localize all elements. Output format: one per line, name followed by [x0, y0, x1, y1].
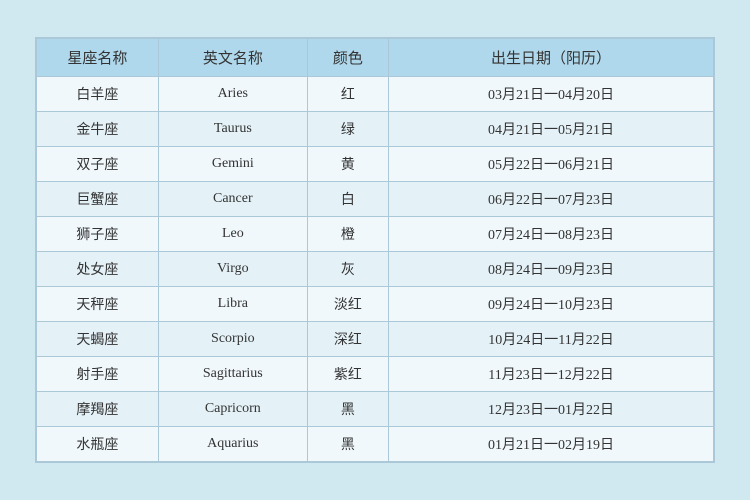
- cell-english: Leo: [158, 217, 307, 252]
- cell-date: 09月24日一10月23日: [389, 287, 714, 322]
- cell-color: 黑: [307, 392, 388, 427]
- table-row: 狮子座Leo橙07月24日一08月23日: [37, 217, 714, 252]
- header-chinese: 星座名称: [37, 39, 159, 77]
- cell-chinese: 白羊座: [37, 77, 159, 112]
- cell-date: 10月24日一11月22日: [389, 322, 714, 357]
- cell-chinese: 处女座: [37, 252, 159, 287]
- table-row: 天蝎座Scorpio深红10月24日一11月22日: [37, 322, 714, 357]
- cell-date: 03月21日一04月20日: [389, 77, 714, 112]
- table-row: 摩羯座Capricorn黑12月23日一01月22日: [37, 392, 714, 427]
- cell-english: Virgo: [158, 252, 307, 287]
- cell-chinese: 双子座: [37, 147, 159, 182]
- cell-english: Taurus: [158, 112, 307, 147]
- cell-color: 绿: [307, 112, 388, 147]
- cell-chinese: 金牛座: [37, 112, 159, 147]
- zodiac-table: 星座名称 英文名称 颜色 出生日期（阳历） 白羊座Aries红03月21日一04…: [36, 38, 714, 462]
- cell-date: 07月24日一08月23日: [389, 217, 714, 252]
- cell-english: Aquarius: [158, 427, 307, 462]
- table-row: 射手座Sagittarius紫红11月23日一12月22日: [37, 357, 714, 392]
- cell-date: 12月23日一01月22日: [389, 392, 714, 427]
- cell-english: Cancer: [158, 182, 307, 217]
- cell-color: 淡红: [307, 287, 388, 322]
- cell-english: Scorpio: [158, 322, 307, 357]
- cell-color: 灰: [307, 252, 388, 287]
- cell-chinese: 天蝎座: [37, 322, 159, 357]
- cell-date: 08月24日一09月23日: [389, 252, 714, 287]
- header-date: 出生日期（阳历）: [389, 39, 714, 77]
- cell-date: 06月22日一07月23日: [389, 182, 714, 217]
- cell-english: Sagittarius: [158, 357, 307, 392]
- table-row: 白羊座Aries红03月21日一04月20日: [37, 77, 714, 112]
- cell-chinese: 水瓶座: [37, 427, 159, 462]
- cell-date: 11月23日一12月22日: [389, 357, 714, 392]
- cell-chinese: 狮子座: [37, 217, 159, 252]
- cell-color: 黑: [307, 427, 388, 462]
- cell-english: Aries: [158, 77, 307, 112]
- cell-color: 深红: [307, 322, 388, 357]
- cell-color: 白: [307, 182, 388, 217]
- table-row: 巨蟹座Cancer白06月22日一07月23日: [37, 182, 714, 217]
- zodiac-table-container: 星座名称 英文名称 颜色 出生日期（阳历） 白羊座Aries红03月21日一04…: [35, 37, 715, 463]
- cell-color: 橙: [307, 217, 388, 252]
- cell-english: Libra: [158, 287, 307, 322]
- table-row: 天秤座Libra淡红09月24日一10月23日: [37, 287, 714, 322]
- table-row: 金牛座Taurus绿04月21日一05月21日: [37, 112, 714, 147]
- table-header-row: 星座名称 英文名称 颜色 出生日期（阳历）: [37, 39, 714, 77]
- cell-chinese: 摩羯座: [37, 392, 159, 427]
- cell-chinese: 巨蟹座: [37, 182, 159, 217]
- cell-date: 04月21日一05月21日: [389, 112, 714, 147]
- table-row: 水瓶座Aquarius黑01月21日一02月19日: [37, 427, 714, 462]
- header-color: 颜色: [307, 39, 388, 77]
- cell-color: 紫红: [307, 357, 388, 392]
- cell-date: 01月21日一02月19日: [389, 427, 714, 462]
- cell-english: Capricorn: [158, 392, 307, 427]
- cell-color: 黄: [307, 147, 388, 182]
- cell-color: 红: [307, 77, 388, 112]
- cell-chinese: 射手座: [37, 357, 159, 392]
- header-english: 英文名称: [158, 39, 307, 77]
- cell-chinese: 天秤座: [37, 287, 159, 322]
- table-row: 处女座Virgo灰08月24日一09月23日: [37, 252, 714, 287]
- cell-english: Gemini: [158, 147, 307, 182]
- cell-date: 05月22日一06月21日: [389, 147, 714, 182]
- table-row: 双子座Gemini黄05月22日一06月21日: [37, 147, 714, 182]
